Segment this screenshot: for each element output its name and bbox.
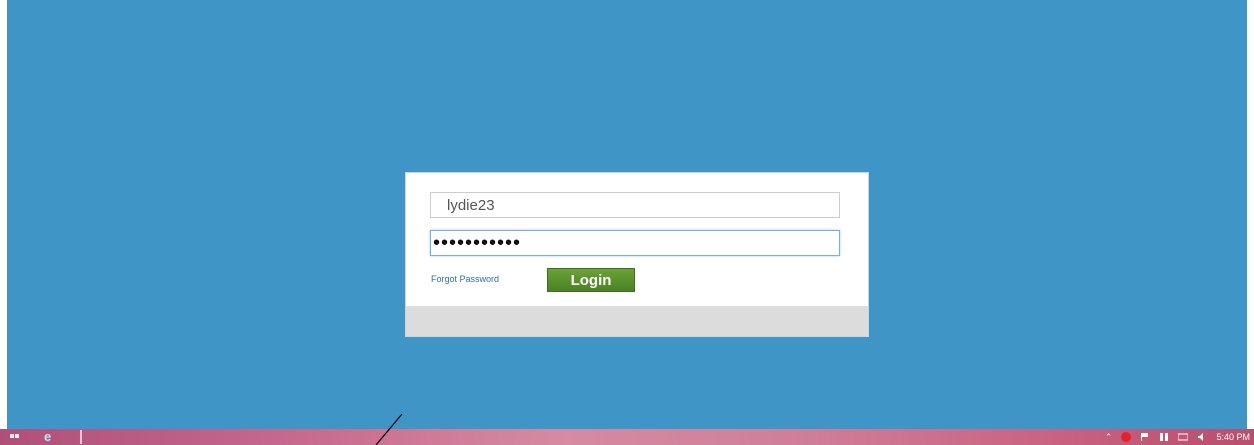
forgot-password-link[interactable]: Forgot Password	[431, 274, 499, 284]
keyboard-icon[interactable]	[1178, 432, 1189, 442]
network-icon[interactable]	[1159, 432, 1169, 442]
password-input[interactable]	[430, 230, 840, 256]
login-form: Forgot Password Login	[406, 173, 868, 306]
windows-start-icon[interactable]	[10, 431, 20, 443]
volume-icon[interactable]	[1197, 432, 1207, 442]
taskbar-divider	[80, 430, 82, 444]
opera-icon[interactable]	[1121, 432, 1132, 442]
taskbar: e	[0, 429, 1254, 445]
show-hidden-icons-chevron-icon[interactable]: ⌃	[1105, 432, 1113, 443]
system-tray: ⌃ 5:40 PM	[1105, 429, 1250, 445]
login-card-footer	[406, 306, 868, 336]
desktop-background: Forgot Password Login	[7, 0, 1247, 429]
username-input[interactable]	[430, 192, 840, 218]
flag-icon[interactable]	[1140, 432, 1150, 442]
internet-explorer-icon[interactable]: e	[44, 430, 58, 443]
login-card: Forgot Password Login	[406, 173, 868, 336]
clock[interactable]: 5:40 PM	[1216, 432, 1250, 442]
login-button[interactable]: Login	[547, 268, 635, 292]
